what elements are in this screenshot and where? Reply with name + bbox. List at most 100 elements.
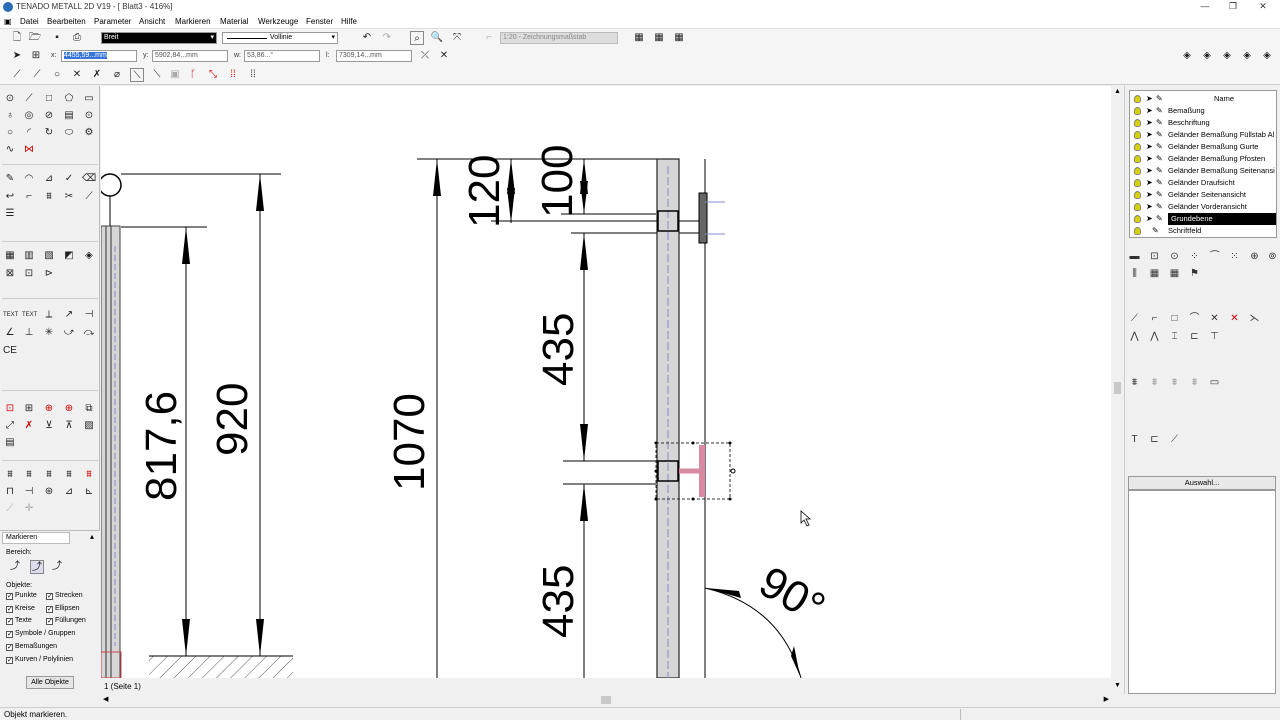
wave-icon[interactable]: ◠ bbox=[22, 172, 36, 186]
bulb-icon[interactable] bbox=[1134, 203, 1141, 211]
arc-icon[interactable]: ◜ bbox=[22, 126, 36, 140]
check-bemassungen[interactable]: ✓ Bemaßungen bbox=[6, 643, 57, 651]
restore-button[interactable]: ❐ bbox=[1226, 1, 1240, 13]
chain-dim-icon[interactable]: ⤼ bbox=[82, 326, 96, 340]
line-tool-icon-2[interactable]: ⟋ bbox=[30, 68, 44, 82]
line-tool-icon[interactable]: ⟋ bbox=[10, 68, 24, 82]
angle-dim-icon[interactable]: ∠ bbox=[3, 326, 17, 340]
print-icon[interactable]: ⎙ bbox=[70, 31, 84, 45]
view-icon-2[interactable]: ◈ bbox=[1200, 49, 1214, 63]
profile-ring-icon[interactable]: ⊚ bbox=[1265, 250, 1280, 264]
select-arrow-icon[interactable]: ➤ bbox=[10, 49, 24, 63]
horizontal-scrollbar[interactable]: ◀ ▶ bbox=[101, 694, 1111, 706]
pen-icon[interactable]: ✎ bbox=[1156, 165, 1163, 177]
target-icon[interactable]: ⊙ bbox=[82, 109, 96, 123]
bulb-icon[interactable] bbox=[1134, 119, 1141, 127]
brush-icon[interactable]: ⌫ bbox=[82, 172, 96, 186]
layout-icon-3[interactable]: ▦ bbox=[672, 31, 686, 45]
bracket-icon[interactable]: ⊣ bbox=[22, 485, 36, 499]
hatch-icon[interactable]: ▨ bbox=[82, 419, 96, 433]
angle-marker-icon[interactable]: ⊾ bbox=[82, 485, 96, 499]
zoom-all-icon[interactable]: ⤧ bbox=[450, 31, 464, 45]
ruler-icon[interactable]: ⟋ bbox=[3, 502, 17, 516]
crosshair-icon[interactable]: ✛ bbox=[22, 502, 36, 516]
freehand-icon[interactable]: ⋈ bbox=[22, 143, 36, 157]
view-icon-4[interactable]: ◈ bbox=[1240, 49, 1254, 63]
grid-4-icon[interactable]: ▦ bbox=[3, 249, 17, 263]
dimension-icon[interactable]: ⟂ bbox=[42, 308, 56, 322]
fence-tool4-icon[interactable]: ⩩ bbox=[1187, 376, 1202, 390]
text-tool-icon[interactable]: TEXT bbox=[3, 308, 18, 322]
flag-icon[interactable]: ⊳ bbox=[42, 267, 56, 281]
layer-row[interactable]: ➤ ✎ Geländer Bemaßung Füllstab Al bbox=[1130, 129, 1276, 141]
zoom-icon[interactable]: 🔍 bbox=[430, 31, 444, 45]
steel-tee-icon[interactable]: ⊤ bbox=[1207, 330, 1222, 344]
open-file-icon[interactable]: 🗁 bbox=[28, 31, 42, 45]
red-box-icon[interactable]: ⊡ bbox=[3, 402, 17, 416]
arrow-icon[interactable]: ➤ bbox=[1146, 213, 1153, 225]
tangent-icon[interactable]: ⌀ bbox=[110, 68, 124, 82]
view-icon-3[interactable]: ◈ bbox=[1220, 49, 1234, 63]
bulb-icon[interactable] bbox=[1134, 227, 1141, 235]
arrow-icon[interactable]: ➤ bbox=[1146, 153, 1153, 165]
lasso-icon[interactable]: ♁ bbox=[3, 109, 17, 123]
scroll-down-icon[interactable]: ▼ bbox=[1114, 682, 1121, 689]
profile-dots-icon[interactable]: ⁘ bbox=[1187, 250, 1202, 264]
chevron-up-icon[interactable]: ▴ bbox=[90, 532, 94, 541]
profile-round-icon[interactable]: ⊙ bbox=[1167, 250, 1182, 264]
undo-icon[interactable]: ↶ bbox=[360, 31, 374, 45]
menu-werkzeuge[interactable]: Werkzeuge bbox=[258, 17, 298, 26]
measure-icon[interactable]: ⌐ bbox=[482, 31, 496, 45]
check-ellipsen[interactable]: ✓ Ellipsen bbox=[46, 605, 80, 613]
gear-circle-icon[interactable]: ⚙ bbox=[82, 126, 96, 140]
wheel-icon[interactable]: ⊛ bbox=[42, 485, 56, 499]
snap-tool-icon[interactable]: ✓ bbox=[62, 172, 76, 186]
profile-lines-icon[interactable]: ⫼ bbox=[1127, 267, 1142, 281]
arrow-icon[interactable]: ➤ bbox=[1146, 105, 1153, 117]
railing-icon-4[interactable]: ⩩ bbox=[62, 468, 76, 482]
menu-ansicht[interactable]: Ansicht bbox=[139, 17, 165, 26]
grid-snap-icon[interactable]: ▣ bbox=[168, 68, 182, 82]
cut-icon[interactable]: ✂ bbox=[62, 190, 76, 204]
label-icon[interactable]: ⊣ bbox=[82, 308, 96, 322]
steel-cross-red-icon[interactable]: ✕ bbox=[1227, 312, 1242, 326]
fence-icon[interactable]: ⩩ bbox=[42, 190, 56, 204]
pen-icon[interactable]: ✎ bbox=[1156, 177, 1163, 189]
angle-input[interactable]: 53,86...° bbox=[244, 50, 320, 62]
slash-icon[interactable]: ⟋ bbox=[82, 190, 96, 204]
stair-icon[interactable]: ⊿ bbox=[62, 485, 76, 499]
table-icon[interactable]: ▤ bbox=[3, 436, 17, 450]
cross-arrows-icon[interactable]: ⤫ bbox=[418, 49, 432, 63]
add-point-icon[interactable]: ⊕ bbox=[62, 402, 76, 416]
scroll-up-icon[interactable]: ▲ bbox=[1114, 88, 1121, 95]
steel-box-icon[interactable]: □ bbox=[1167, 312, 1182, 326]
cancel-icon[interactable]: ✕ bbox=[437, 49, 451, 63]
bulb-icon[interactable] bbox=[1134, 131, 1141, 139]
endpoint-icon[interactable]: ⟍ bbox=[150, 68, 164, 82]
x-coordinate-input[interactable]: 4455,59...mm bbox=[61, 50, 137, 62]
beam-icon[interactable]: ⊏ bbox=[1147, 433, 1162, 447]
steel-cross-icon[interactable]: ✕ bbox=[1207, 312, 1222, 326]
pen-icon[interactable]: ✎ bbox=[1156, 189, 1163, 201]
redo-icon[interactable]: ↷ bbox=[380, 31, 394, 45]
scroll-thumb[interactable] bbox=[1114, 382, 1121, 394]
perpendicular-icon[interactable]: ⟍ bbox=[130, 68, 144, 82]
layer-row[interactable]: ➤ ✎ Geländer Bemaßung Seitenansi bbox=[1130, 165, 1276, 177]
profile-grid2-icon[interactable]: ▦ bbox=[1147, 267, 1162, 281]
pen-icon[interactable]: ✎ bbox=[1156, 141, 1163, 153]
layer-row[interactable]: ➤ ✎ Geländer Draufsicht bbox=[1130, 177, 1276, 189]
ce-icon[interactable]: CE bbox=[3, 344, 17, 358]
zoom-window-icon[interactable]: ⌕ bbox=[410, 31, 424, 45]
profile-wave-icon[interactable]: ⏜ bbox=[1207, 250, 1222, 264]
profile-flat-icon[interactable]: ▬ bbox=[1127, 250, 1142, 264]
length-input[interactable]: 7309,14...mm bbox=[336, 50, 412, 62]
hook-icon[interactable]: ↩ bbox=[3, 190, 17, 204]
ellipse-icon[interactable]: ⬭ bbox=[62, 126, 76, 140]
check-strecken[interactable]: ✓ Strecken bbox=[46, 592, 83, 600]
copy-icon[interactable]: ⧉ bbox=[82, 402, 96, 416]
point-tool-icon[interactable]: ⊙ bbox=[3, 92, 17, 106]
check-punkte[interactable]: ✓ Punkte bbox=[6, 592, 37, 600]
layer-row[interactable]: ➤ ✎ Geländer Bemaßung Pfosten bbox=[1130, 153, 1276, 165]
circle-snap-icon[interactable]: ○ bbox=[50, 68, 64, 82]
railing-icon-5[interactable]: ⩩ bbox=[82, 468, 96, 482]
